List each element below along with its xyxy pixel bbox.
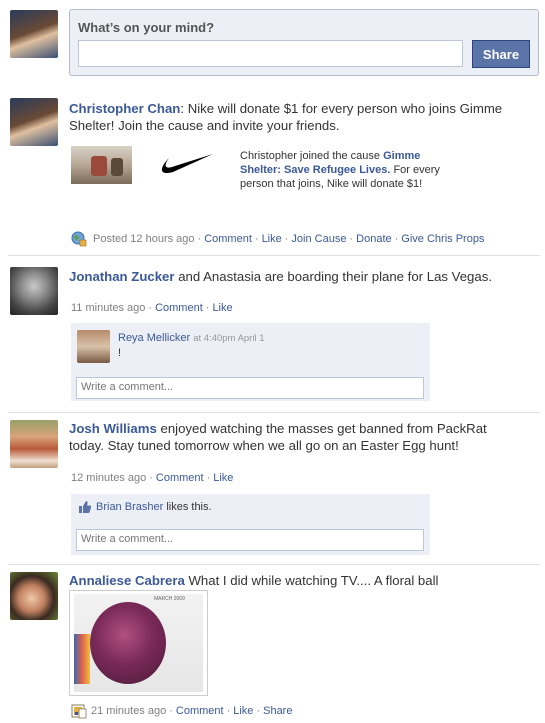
- author-link[interactable]: Christopher Chan: [69, 101, 180, 116]
- status-text: and Anastasia are boarding their plane f…: [174, 269, 492, 284]
- avatar[interactable]: [10, 267, 58, 315]
- post-text: Jonathan Zucker and Anastasia are boardi…: [69, 268, 509, 285]
- post-meta: 11 minutes ago · Comment · Like: [71, 302, 233, 314]
- composer-prompt: What’s on your mind?: [78, 20, 215, 35]
- photo-frame[interactable]: MARCH 2009: [69, 590, 208, 696]
- post-meta: 21 minutes ago · Comment · Like · Share: [91, 705, 293, 717]
- comment-link[interactable]: Comment: [204, 233, 252, 245]
- divider: [8, 564, 540, 565]
- like-link[interactable]: Like: [233, 705, 253, 717]
- floral-ball: [90, 602, 166, 684]
- likes-summary: Brian Brasher likes this.: [96, 501, 212, 513]
- give-props-link[interactable]: Give Chris Props: [401, 233, 484, 245]
- like-link[interactable]: Like: [212, 302, 232, 314]
- comment-timestamp: at 4:40pm April 1: [193, 333, 265, 344]
- commenter-avatar[interactable]: [77, 330, 110, 363]
- comment-link[interactable]: Comment: [156, 472, 204, 484]
- commenter-name[interactable]: Reya Mellicker: [118, 332, 190, 344]
- attachment-description: Christopher joined the cause Gimme Shelt…: [240, 150, 440, 190]
- avatar[interactable]: [10, 98, 58, 146]
- post-text: Christopher Chan: Nike will donate $1 fo…: [69, 100, 509, 134]
- composer-avatar: [10, 10, 58, 58]
- avatar[interactable]: [10, 420, 58, 468]
- divider: [8, 255, 540, 256]
- status-input[interactable]: [78, 40, 463, 67]
- post-timestamp: 12 minutes ago: [71, 472, 147, 484]
- share-link[interactable]: Share: [263, 705, 292, 717]
- photo[interactable]: MARCH 2009: [74, 594, 203, 692]
- avatar[interactable]: [10, 572, 58, 620]
- liker-name[interactable]: Brian Brasher: [96, 501, 163, 513]
- donate-link[interactable]: Donate: [356, 233, 391, 245]
- author-link[interactable]: Jonathan Zucker: [69, 269, 175, 284]
- post-timestamp: Posted 12 hours ago: [93, 233, 195, 245]
- thumbs-up-icon: [79, 501, 92, 513]
- nike-swoosh-icon[interactable]: [155, 150, 215, 176]
- comment-link[interactable]: Comment: [155, 302, 203, 314]
- photo-caption: MARCH 2009: [154, 596, 185, 602]
- divider: [8, 412, 540, 413]
- author-link[interactable]: Josh Williams: [69, 421, 157, 436]
- cause-thumbnail[interactable]: [71, 146, 132, 184]
- like-link[interactable]: Like: [262, 233, 282, 245]
- photo-icon: [71, 704, 87, 719]
- post-text: Annaliese Cabrera What I did while watch…: [69, 572, 509, 589]
- like-link[interactable]: Like: [213, 472, 233, 484]
- author-link[interactable]: Annaliese Cabrera: [69, 573, 185, 588]
- comment-input[interactable]: Write a comment...: [76, 377, 424, 399]
- comment-input[interactable]: Write a comment...: [76, 529, 424, 551]
- share-button[interactable]: Share: [472, 40, 530, 68]
- post-meta: Posted 12 hours ago · Comment · Like · Join Ca…: [93, 233, 485, 245]
- join-cause-link[interactable]: Join Cause: [291, 233, 346, 245]
- globe-icon: [71, 231, 87, 247]
- comment: Reya Mellicker at 4:40pm April 1 !: [118, 331, 265, 360]
- status-text: What I did while watching TV.... A flora…: [184, 573, 439, 588]
- post-text: Josh Williams enjoyed watching the masse…: [69, 420, 489, 454]
- comment-link[interactable]: Comment: [176, 705, 224, 717]
- post-meta: 12 minutes ago · Comment · Like: [71, 472, 234, 484]
- post-timestamp: 21 minutes ago: [91, 705, 167, 717]
- post-timestamp: 11 minutes ago: [71, 302, 146, 314]
- comment-text: !: [118, 347, 122, 359]
